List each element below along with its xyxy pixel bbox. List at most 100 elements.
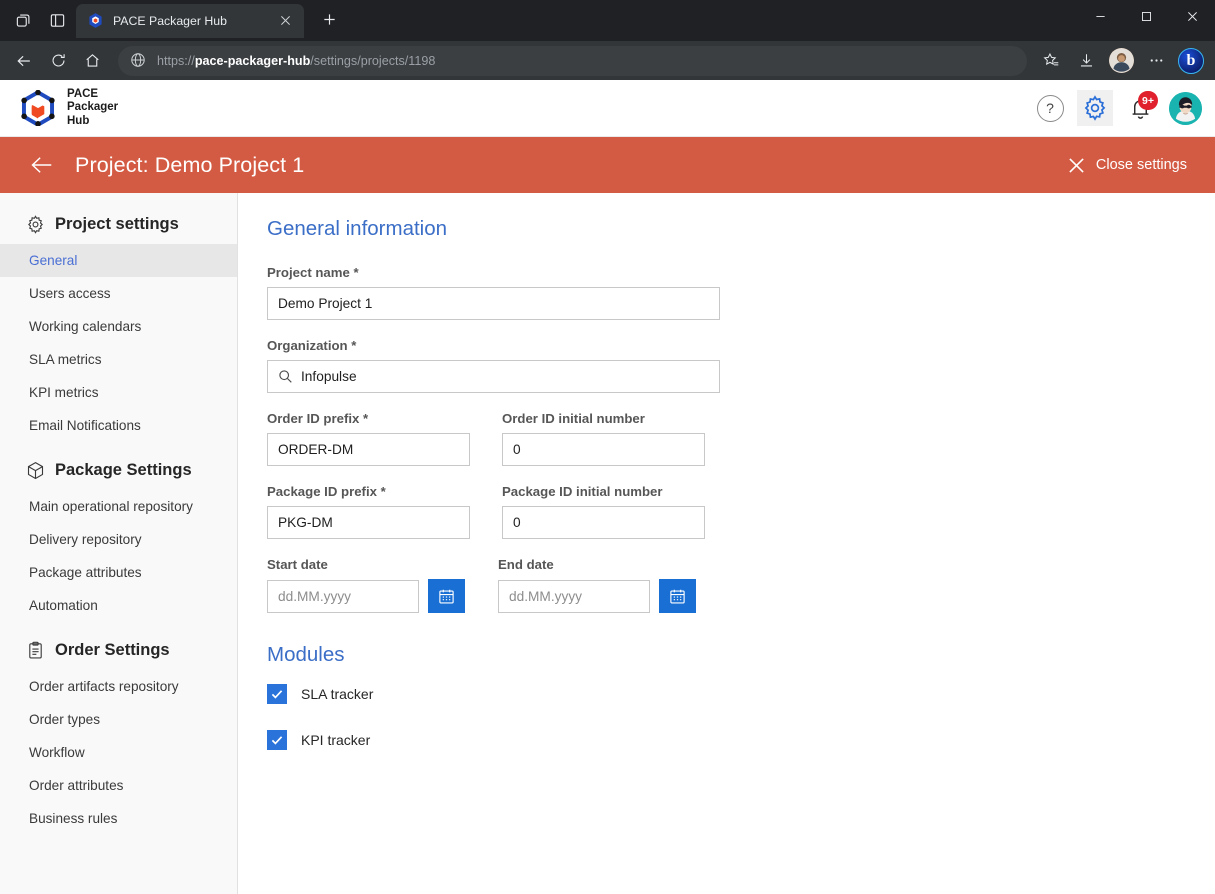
window-controls bbox=[1077, 0, 1215, 41]
package-id-prefix-input[interactable]: PKG-DM bbox=[267, 506, 470, 539]
help-question-icon: ? bbox=[1036, 94, 1064, 122]
tab-search-icon[interactable] bbox=[8, 6, 38, 36]
package-id-prefix-label: Package ID prefix * bbox=[267, 484, 386, 499]
minimize-icon[interactable] bbox=[1077, 0, 1123, 32]
sla-tracker-label: SLA tracker bbox=[301, 686, 374, 702]
package-id-prefix-value: PKG-DM bbox=[278, 515, 333, 530]
sidebar-group-project-settings: Project settings bbox=[0, 205, 237, 244]
favorites-star-icon[interactable] bbox=[1035, 45, 1067, 77]
avatar bbox=[1108, 48, 1134, 73]
toolbar-right: b bbox=[1035, 45, 1207, 77]
order-id-prefix-input[interactable]: ORDER-DM bbox=[267, 433, 470, 466]
end-date-calendar-button[interactable] bbox=[659, 579, 696, 613]
end-date-placeholder: dd.MM.yyyy bbox=[509, 589, 583, 604]
sidebar-item-delivery-repository[interactable]: Delivery repository bbox=[0, 523, 237, 556]
logo-line-2: Packager bbox=[67, 101, 119, 114]
sidebar-item-automation[interactable]: Automation bbox=[0, 589, 237, 622]
gear-icon bbox=[26, 215, 45, 234]
close-settings-button[interactable]: Close settings bbox=[1058, 149, 1197, 182]
start-date-label: Start date bbox=[267, 557, 328, 572]
field-project-name: Project name * Demo Project 1 bbox=[267, 265, 720, 320]
package-id-row: Package ID prefix * PKG-DM Package ID in… bbox=[267, 484, 1215, 539]
profile-avatar-icon[interactable] bbox=[1105, 45, 1137, 77]
start-date-calendar-button[interactable] bbox=[428, 579, 465, 613]
order-id-prefix-label: Order ID prefix * bbox=[267, 411, 369, 426]
sidebar-item-package-attributes[interactable]: Package attributes bbox=[0, 556, 237, 589]
project-name-value: Demo Project 1 bbox=[278, 296, 373, 311]
sidebar-group-label: Order Settings bbox=[55, 641, 170, 659]
field-package-id-prefix: Package ID prefix * PKG-DM bbox=[267, 484, 470, 539]
package-id-initial-label: Package ID initial number bbox=[502, 484, 663, 499]
start-date-placeholder: dd.MM.yyyy bbox=[278, 589, 352, 604]
project-name-input[interactable]: Demo Project 1 bbox=[267, 287, 720, 320]
tab-close-icon[interactable] bbox=[275, 10, 296, 31]
sidebar-item-order-attributes[interactable]: Order attributes bbox=[0, 769, 237, 802]
sidebar-item-general[interactable]: General bbox=[0, 244, 237, 277]
settings-button[interactable] bbox=[1077, 90, 1113, 126]
sidebar-item-sla-metrics[interactable]: SLA metrics bbox=[0, 343, 237, 376]
globe-icon bbox=[130, 52, 147, 69]
browser-tab[interactable]: PACE Packager Hub bbox=[76, 3, 304, 38]
maximize-icon[interactable] bbox=[1123, 0, 1169, 32]
user-avatar-button[interactable] bbox=[1167, 90, 1203, 126]
module-sla-tracker[interactable]: SLA tracker bbox=[267, 684, 1215, 704]
order-id-initial-input[interactable]: 0 bbox=[502, 433, 705, 466]
sidebar-item-order-types[interactable]: Order types bbox=[0, 703, 237, 736]
back-arrow-icon[interactable] bbox=[8, 45, 40, 77]
back-arrow-icon[interactable] bbox=[25, 148, 59, 182]
module-kpi-tracker[interactable]: KPI tracker bbox=[267, 730, 1215, 750]
calendar-icon bbox=[669, 588, 686, 605]
titlebar-left-controls: PACE Packager Hub bbox=[0, 0, 350, 41]
sidebar-item-email-notifications[interactable]: Email Notifications bbox=[0, 409, 237, 442]
tab-title: PACE Packager Hub bbox=[113, 13, 227, 28]
app-logo[interactable]: PACE Packager Hub bbox=[20, 88, 118, 129]
sidebar-item-label: Workflow bbox=[29, 745, 85, 760]
field-order-id-initial: Order ID initial number 0 bbox=[502, 411, 705, 466]
bing-copilot-icon[interactable]: b bbox=[1175, 45, 1207, 77]
project-name-label: Project name * bbox=[267, 265, 359, 280]
sidebar-item-main-operational-repository[interactable]: Main operational repository bbox=[0, 490, 237, 523]
sidebar-item-working-calendars[interactable]: Working calendars bbox=[0, 310, 237, 343]
sidebar-item-label: Business rules bbox=[29, 811, 118, 826]
new-tab-button[interactable] bbox=[314, 4, 344, 34]
organization-input[interactable]: Infopulse bbox=[267, 360, 720, 393]
notifications-button[interactable]: 9+ bbox=[1122, 90, 1158, 126]
sidebar-item-label: Order artifacts repository bbox=[29, 679, 179, 694]
order-id-prefix-value: ORDER-DM bbox=[278, 442, 354, 457]
sidebar-group-package-settings: Package Settings bbox=[0, 451, 237, 490]
general-information-heading: General information bbox=[267, 217, 448, 240]
logo-line-3: Hub bbox=[67, 114, 90, 127]
sidebar-group-order-settings: Order Settings bbox=[0, 631, 237, 670]
collections-icon[interactable] bbox=[42, 6, 72, 36]
close-x-icon bbox=[1068, 157, 1085, 174]
window-close-icon[interactable] bbox=[1169, 0, 1215, 32]
sidebar-item-users-access[interactable]: Users access bbox=[0, 277, 237, 310]
address-bar[interactable]: https://pace-packager-hub/settings/proje… bbox=[118, 45, 1027, 76]
package-id-initial-input[interactable]: 0 bbox=[502, 506, 705, 539]
end-date-input[interactable]: dd.MM.yyyy bbox=[498, 580, 650, 613]
url-host: pace-packager-hub bbox=[194, 53, 311, 68]
pace-cube-logo bbox=[20, 90, 56, 126]
sidebar-item-business-rules[interactable]: Business rules bbox=[0, 802, 237, 835]
field-organization: Organization * Infopulse bbox=[267, 338, 720, 393]
field-end-date: End date dd.MM.yyyy bbox=[498, 557, 696, 613]
logo-line-1: PACE bbox=[67, 87, 99, 100]
field-start-date: Start date dd.MM.yyyy bbox=[267, 557, 465, 613]
downloads-icon[interactable] bbox=[1070, 45, 1102, 77]
url-text: https://pace-packager-hub/settings/proje… bbox=[157, 54, 435, 68]
help-button[interactable]: ? bbox=[1032, 90, 1068, 126]
sidebar-item-workflow[interactable]: Workflow bbox=[0, 736, 237, 769]
page-title: Project: Demo Project 1 bbox=[75, 152, 305, 177]
start-date-input[interactable]: dd.MM.yyyy bbox=[267, 580, 419, 613]
sidebar-item-label: Main operational repository bbox=[29, 499, 193, 514]
more-ellipsis-icon[interactable] bbox=[1140, 45, 1172, 77]
sidebar-item-kpi-metrics[interactable]: KPI metrics bbox=[0, 376, 237, 409]
sidebar-item-order-artifacts-repository[interactable]: Order artifacts repository bbox=[0, 670, 237, 703]
home-icon[interactable] bbox=[76, 45, 108, 77]
kpi-tracker-checkbox[interactable] bbox=[267, 730, 287, 750]
sla-tracker-checkbox[interactable] bbox=[267, 684, 287, 704]
sidebar-group-label: Project settings bbox=[55, 215, 179, 233]
field-order-id-prefix: Order ID prefix * ORDER-DM bbox=[267, 411, 470, 466]
refresh-icon[interactable] bbox=[42, 45, 74, 77]
sidebar-item-label: KPI metrics bbox=[29, 385, 99, 400]
